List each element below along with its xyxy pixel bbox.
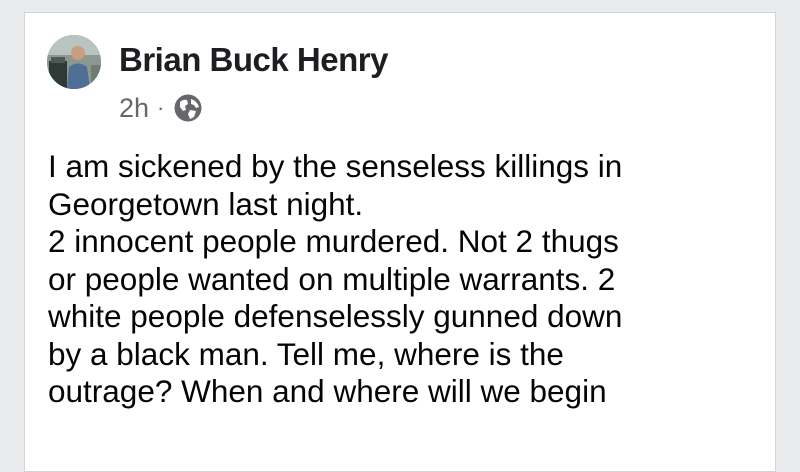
globe-icon[interactable] bbox=[173, 93, 203, 123]
post-text-line: by a black man. Tell me, where is the bbox=[48, 335, 564, 372]
post-text-line: 2 innocent people murdered. Not 2 thugs bbox=[48, 223, 619, 259]
post-text-line: white people defenselessly gunned down bbox=[48, 298, 623, 334]
post-text-line: or people wanted on multiple warrants. 2 bbox=[48, 260, 616, 297]
facebook-post-card: Brian Buck Henry 2h · I am sickened by t… bbox=[24, 12, 776, 472]
profile-photo-icon bbox=[47, 35, 101, 89]
post-text-line: Georgetown last night. bbox=[48, 185, 364, 222]
post-text-line: I am sickened by the senseless killings … bbox=[48, 148, 623, 184]
author-name-link[interactable]: Brian Buck Henry bbox=[119, 41, 388, 79]
post-timestamp[interactable]: 2h bbox=[119, 93, 149, 124]
author-avatar[interactable] bbox=[47, 35, 101, 89]
post-text: I am sickened by the senseless killings … bbox=[48, 148, 760, 411]
post-meta: 2h · bbox=[119, 91, 203, 125]
post-header: Brian Buck Henry 2h · bbox=[47, 35, 747, 145]
post-text-line: outrage? When and where will we begin bbox=[48, 373, 607, 409]
meta-separator: · bbox=[157, 95, 165, 120]
